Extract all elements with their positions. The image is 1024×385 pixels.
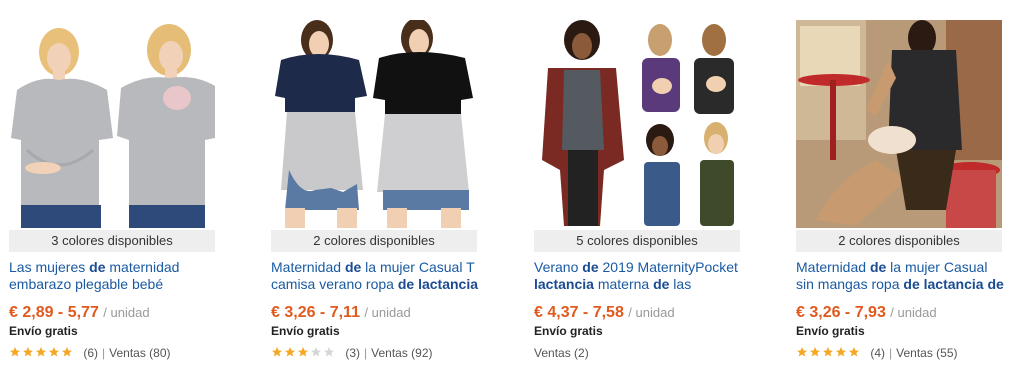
separator: |: [889, 346, 893, 360]
review-count[interactable]: (6): [83, 346, 98, 360]
title-keyword[interactable]: de: [870, 259, 886, 275]
price: € 3,26 - 7,11: [271, 304, 360, 321]
star-filled-icon: [823, 346, 833, 357]
product-image[interactable]: [534, 20, 740, 228]
star-filled-icon: [797, 346, 807, 357]
star-filled-icon: [810, 346, 820, 357]
price-row: € 3,26 - 7,93 / unidad: [796, 303, 1006, 323]
sales-count: Ventas (55): [896, 346, 958, 360]
title-keyword[interactable]: lactancia: [534, 276, 594, 292]
price-unit: / unidad: [364, 305, 411, 320]
star-filled-icon: [36, 346, 46, 357]
rating-sales-row: (4) | Ventas (55): [796, 345, 1006, 361]
price-row: € 3,26 - 7,11 / unidad: [271, 303, 481, 323]
review-count[interactable]: (4): [870, 346, 885, 360]
title-keyword[interactable]: de lactancia: [398, 276, 478, 292]
star-filled-icon: [285, 346, 295, 357]
title-text[interactable]: Maternidad: [796, 259, 870, 275]
colors-available: 5 colores disponibles: [534, 230, 740, 252]
product-title[interactable]: Verano de 2019 MaternityPocket lactancia…: [534, 259, 744, 293]
product-image[interactable]: [796, 20, 1002, 228]
star-empty-icon: [311, 346, 321, 357]
colors-available: 3 colores disponibles: [9, 230, 215, 252]
title-text[interactable]: materna: [594, 276, 653, 292]
product-grid: 3 colores disponibles Las mujeres de mat…: [0, 0, 1024, 385]
sales-count: Ventas (80): [109, 346, 171, 360]
star-filled-icon: [23, 346, 33, 357]
star-empty-icon: [324, 346, 334, 357]
star-filled-icon: [298, 346, 308, 357]
price: € 4,37 - 7,58: [534, 304, 624, 321]
product-image[interactable]: [271, 20, 477, 228]
star-filled-icon: [62, 346, 72, 357]
rating-stars[interactable]: [9, 346, 74, 362]
title-keyword[interactable]: de: [89, 259, 105, 275]
product-image[interactable]: [9, 20, 215, 228]
price-unit: / unidad: [890, 305, 937, 320]
price-unit: / unidad: [103, 305, 150, 320]
rating-stars[interactable]: [796, 346, 861, 362]
separator: |: [364, 346, 368, 360]
rating-stars[interactable]: [271, 346, 336, 362]
title-text[interactable]: 2019 MaternityPocket: [599, 259, 737, 275]
star-filled-icon: [10, 346, 20, 357]
product-card[interactable]: 2 colores disponibles Maternidad de la m…: [271, 20, 481, 361]
separator: |: [102, 346, 106, 360]
product-title[interactable]: Maternidad de la mujer Casual sin mangas…: [796, 259, 1006, 293]
product-title[interactable]: Las mujeres de maternidad embarazo plega…: [9, 259, 219, 293]
price-row: € 4,37 - 7,58 / unidad: [534, 303, 744, 323]
sales-count: Ventas (2): [534, 346, 589, 360]
star-filled-icon: [49, 346, 59, 357]
sales-count: Ventas (92): [371, 346, 433, 360]
star-filled-icon: [272, 346, 282, 357]
price-row: € 2,89 - 5,77 / unidad: [9, 303, 219, 323]
price: € 2,89 - 5,77: [9, 304, 99, 321]
shipping-label: Envío gratis: [9, 324, 78, 338]
price-unit: / unidad: [628, 305, 675, 320]
rating-sales-row: (6) | Ventas (80): [9, 345, 219, 361]
title-text[interactable]: Verano: [534, 259, 582, 275]
shipping-label: Envío gratis: [796, 324, 865, 338]
colors-available: 2 colores disponibles: [796, 230, 1002, 252]
title-text[interactable]: Las mujeres: [9, 259, 89, 275]
product-card[interactable]: 3 colores disponibles Las mujeres de mat…: [9, 20, 219, 361]
product-card[interactable]: 2 colores disponibles Maternidad de la m…: [796, 20, 1006, 361]
shipping-label: Envío gratis: [534, 324, 603, 338]
review-count[interactable]: (3): [345, 346, 360, 360]
title-text[interactable]: Maternidad: [271, 259, 345, 275]
title-keyword[interactable]: de: [653, 276, 669, 292]
price: € 3,26 - 7,93: [796, 304, 886, 321]
title-keyword[interactable]: de lactancia de: [903, 276, 1003, 292]
title-keyword[interactable]: de: [345, 259, 361, 275]
product-title[interactable]: Maternidad de la mujer Casual T camisa v…: [271, 259, 481, 293]
star-filled-icon: [849, 346, 859, 357]
rating-sales-row: Ventas (2): [534, 345, 744, 361]
colors-available: 2 colores disponibles: [271, 230, 477, 252]
rating-sales-row: (3) | Ventas (92): [271, 345, 481, 361]
title-keyword[interactable]: de: [582, 259, 598, 275]
star-filled-icon: [836, 346, 846, 357]
product-card[interactable]: 5 colores disponibles Verano de 2019 Mat…: [534, 20, 744, 361]
shipping-label: Envío gratis: [271, 324, 340, 338]
